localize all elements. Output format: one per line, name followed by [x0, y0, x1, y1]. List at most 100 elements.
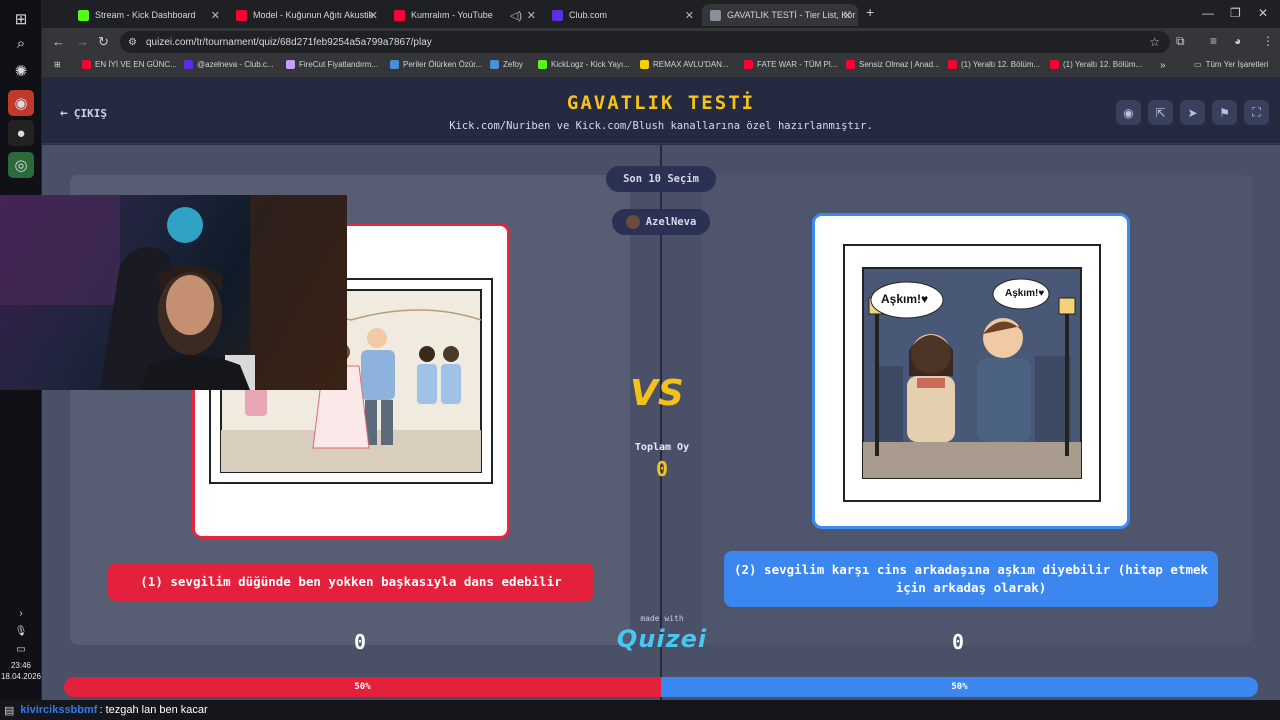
menu-icon[interactable]: ⋮: [1262, 34, 1274, 48]
total-votes-label: Toplam Oy: [634, 442, 690, 453]
chrome-icon[interactable]: ◎: [8, 152, 34, 178]
media-icon[interactable]: ≡: [1210, 34, 1217, 48]
chat-icon: ▤: [4, 704, 15, 717]
back-icon[interactable]: ←: [52, 34, 65, 49]
clock[interactable]: 23:46 18.04.2026: [0, 660, 42, 682]
bookmark-label: Periler Ölürken Özür...: [403, 60, 483, 69]
folder-icon: ▭: [1194, 60, 1202, 69]
chat-text: : tezgah lan ben kacar: [99, 704, 208, 716]
close-icon[interactable]: ✕: [211, 9, 220, 22]
reload-icon[interactable]: ↻: [98, 34, 109, 50]
speech-bubble-her: Aşkım!♥: [881, 292, 929, 306]
app-icon[interactable]: ◉: [8, 90, 34, 116]
quizei-logo[interactable]: Quizei: [612, 625, 712, 653]
tab-quiz[interactable]: GAVATLIK TESTİ - Tier List, Kör ✕: [702, 4, 858, 26]
right-percent-label: 50%: [951, 682, 968, 692]
network-icon[interactable]: ▭: [8, 636, 34, 662]
total-votes-value: 0: [655, 457, 669, 481]
close-icon[interactable]: ✕: [685, 9, 694, 22]
more-bookmarks-icon[interactable]: »: [1160, 60, 1166, 71]
bookmark-item[interactable]: (1) Yeraltı 12. Bölüm...: [948, 60, 1040, 69]
right-vote-count: 0: [952, 630, 965, 654]
tab-label: Club.com: [569, 10, 608, 20]
tab-kick-dashboard[interactable]: Stream - Kick Dashboard ✕: [70, 4, 226, 26]
fullscreen-icon[interactable]: ⛶: [1244, 100, 1269, 125]
streamer-video: [0, 195, 347, 390]
bookmark-item[interactable]: FireCut Fiyatlandırm...: [286, 60, 378, 69]
screen: ⊞ ⌕ ✺ ◉ ● ◎ › 🎙 ▭ 23:46 18.04.2026 Strea…: [0, 0, 1280, 720]
tab-label: Stream - Kick Dashboard: [95, 10, 196, 20]
left-vote-count: 0: [354, 630, 367, 654]
bookmark-label: (1) Yeraltı 12. Bölüm...: [1063, 60, 1143, 69]
bookmark-label: (1) Yeraltı 12. Bölüm...: [961, 60, 1041, 69]
start-icon[interactable]: ⊞: [8, 6, 34, 32]
url-field[interactable]: ⚙ quizei.com/tr/tournament/quiz/68d271fe…: [120, 31, 1170, 53]
bookmark-item[interactable]: Sensiz Olmaz | Anad...: [846, 60, 940, 69]
clock-time: 23:46: [10, 661, 32, 670]
bookmark-item[interactable]: Periler Ölürken Özür...: [390, 60, 482, 69]
quiz-title: GAVATLIK TESTİ: [566, 92, 756, 114]
tab-club[interactable]: Club.com ✕: [544, 4, 700, 26]
obs-icon[interactable]: ●: [8, 120, 34, 146]
bookmark-item[interactable]: REMAX AVLU'DAN...: [640, 60, 729, 69]
speaker-icon[interactable]: ◁): [510, 9, 522, 22]
kick-icon: [78, 9, 89, 21]
url-text: quizei.com/tr/tournament/quiz/68d271feb9…: [146, 36, 432, 48]
close-icon[interactable]: ✕: [843, 9, 852, 22]
bookmark-item[interactable]: Zefoy: [490, 60, 523, 69]
extensions-icon[interactable]: ⧉: [1176, 34, 1185, 49]
option-caption-left[interactable]: (1) sevgilim düğünde ben yokken başkasıy…: [108, 563, 594, 601]
minimize-button[interactable]: —: [1202, 6, 1214, 20]
couple-illustration: [862, 267, 1082, 479]
option-card-right[interactable]: Aşkım!♥ Aşkım!♥: [812, 213, 1130, 529]
flag-icon[interactable]: ⚑: [1212, 100, 1237, 125]
all-bookmarks[interactable]: ▭ Tüm Yer İşaretleri: [1194, 60, 1268, 69]
option-caption-right[interactable]: (2) sevgilim karşı cins arkadaşına aşkım…: [724, 551, 1218, 607]
tab-youtube-model[interactable]: Model - Kuğunun Ağıtı Akustik ✕: [228, 4, 384, 26]
tab-label: Model - Kuğunun Ağıtı Akustik: [253, 10, 374, 20]
chat-message: ▤ kivircikssbbmf : tezgah lan ben kacar: [0, 700, 1280, 720]
maximize-button[interactable]: ❐: [1230, 6, 1241, 20]
right-progress-segment: 50%: [661, 677, 1258, 697]
bookmark-label: REMAX AVLU'DAN...: [653, 60, 729, 69]
bookmark-item[interactable]: KickLogz - Kick Yayı...: [538, 60, 630, 69]
left-percent-label: 50%: [354, 682, 371, 692]
chatgpt-icon[interactable]: ✺: [8, 58, 34, 84]
vote-progress-bar: 50% 50%: [64, 677, 1258, 697]
close-icon[interactable]: ✕: [527, 9, 536, 22]
forward-icon[interactable]: →: [76, 34, 89, 49]
site-info-icon[interactable]: ⚙: [128, 37, 137, 48]
bookmark-label: Sensiz Olmaz | Anad...: [859, 60, 940, 69]
tab-bar: Stream - Kick Dashboard ✕ Model - Kuğunu…: [42, 0, 1280, 28]
tab-youtube-kumralim[interactable]: Kumralım - YouTube ◁) ✕: [386, 4, 542, 26]
bookmarks-bar: ⊞ EN İYİ VE EN GÜNC... @azelneva - Club.…: [42, 56, 1280, 78]
bookmark-label: KickLogz - Kick Yayı...: [551, 60, 630, 69]
bookmark-item[interactable]: EN İYİ VE EN GÜNC...: [82, 60, 177, 69]
all-bookmarks-label: Tüm Yer İşaretleri: [1205, 60, 1269, 69]
left-progress-segment: 50%: [64, 677, 661, 697]
club-icon: [552, 9, 563, 21]
bookmark-star-icon[interactable]: ☆: [1149, 35, 1160, 49]
bookmark-item[interactable]: (1) Yeraltı 12. Bölüm...: [1050, 60, 1142, 69]
youtube-icon: [394, 9, 405, 21]
bookmark-label: @azelneva - Club.c...: [197, 60, 274, 69]
illustration-frame: Aşkım!♥ Aşkım!♥: [843, 244, 1101, 502]
send-icon[interactable]: ➤: [1180, 100, 1205, 125]
vs-icon: VS: [630, 373, 684, 414]
search-icon[interactable]: ⌕: [8, 30, 34, 56]
bookmark-item[interactable]: @azelneva - Club.c...: [184, 60, 274, 69]
share-icon[interactable]: ⇱: [1148, 100, 1173, 125]
speech-bubble-him: Aşkım!♥: [1005, 288, 1045, 299]
webcam-overlay: [0, 195, 347, 390]
close-window-button[interactable]: ✕: [1258, 6, 1268, 20]
new-tab-button[interactable]: +: [866, 4, 874, 20]
bookmark-label: FireCut Fiyatlandırm...: [299, 60, 379, 69]
clock-date: 18.04.2026: [0, 672, 42, 681]
eye-icon[interactable]: ◉: [1116, 100, 1141, 125]
youtube-icon: [236, 9, 247, 21]
last-picks-button[interactable]: Son 10 Seçim: [606, 166, 716, 192]
profile-icon[interactable]: ◕: [1234, 34, 1241, 48]
close-icon[interactable]: ✕: [369, 9, 378, 22]
bookmark-item[interactable]: FATE WAR - TÜM Pl...: [744, 60, 837, 69]
apps-icon[interactable]: ⊞: [54, 60, 61, 69]
